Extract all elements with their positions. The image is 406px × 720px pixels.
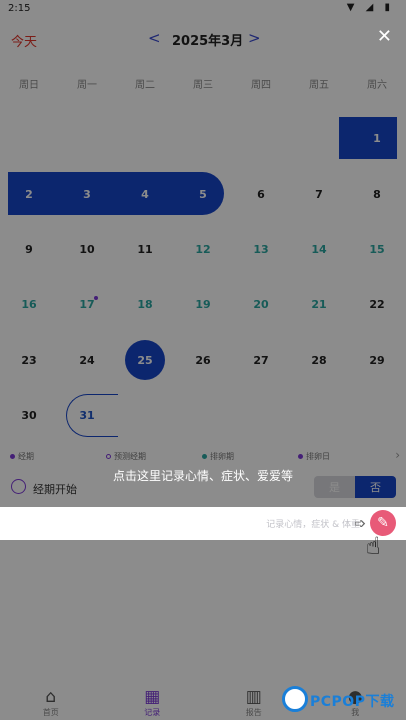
record-spotlight-row[interactable]: 记录心情，症状 & 体重 ➩ ✎ xyxy=(0,507,406,540)
arrow-right-icon: ➩ xyxy=(354,516,366,532)
pointing-hand-icon: ☝ xyxy=(366,532,381,560)
watermark-logo: PCPOP下载 xyxy=(282,683,406,717)
coach-overlay[interactable] xyxy=(0,0,406,720)
record-hint: 记录心情，症状 & 体重 xyxy=(266,520,360,530)
watermark-text: PCPOP下载 xyxy=(310,694,395,710)
logo-icon xyxy=(282,686,308,712)
calendar-screen: 2:15 ▼ ◢ ▮ 今天 < 2025年3月 > 周日 周一 周二 周三 周四… xyxy=(0,0,406,720)
close-icon[interactable]: ✕ xyxy=(377,26,392,47)
coach-hint-text: 点击这里记录心情、症状、爱爱等 xyxy=(112,469,293,483)
